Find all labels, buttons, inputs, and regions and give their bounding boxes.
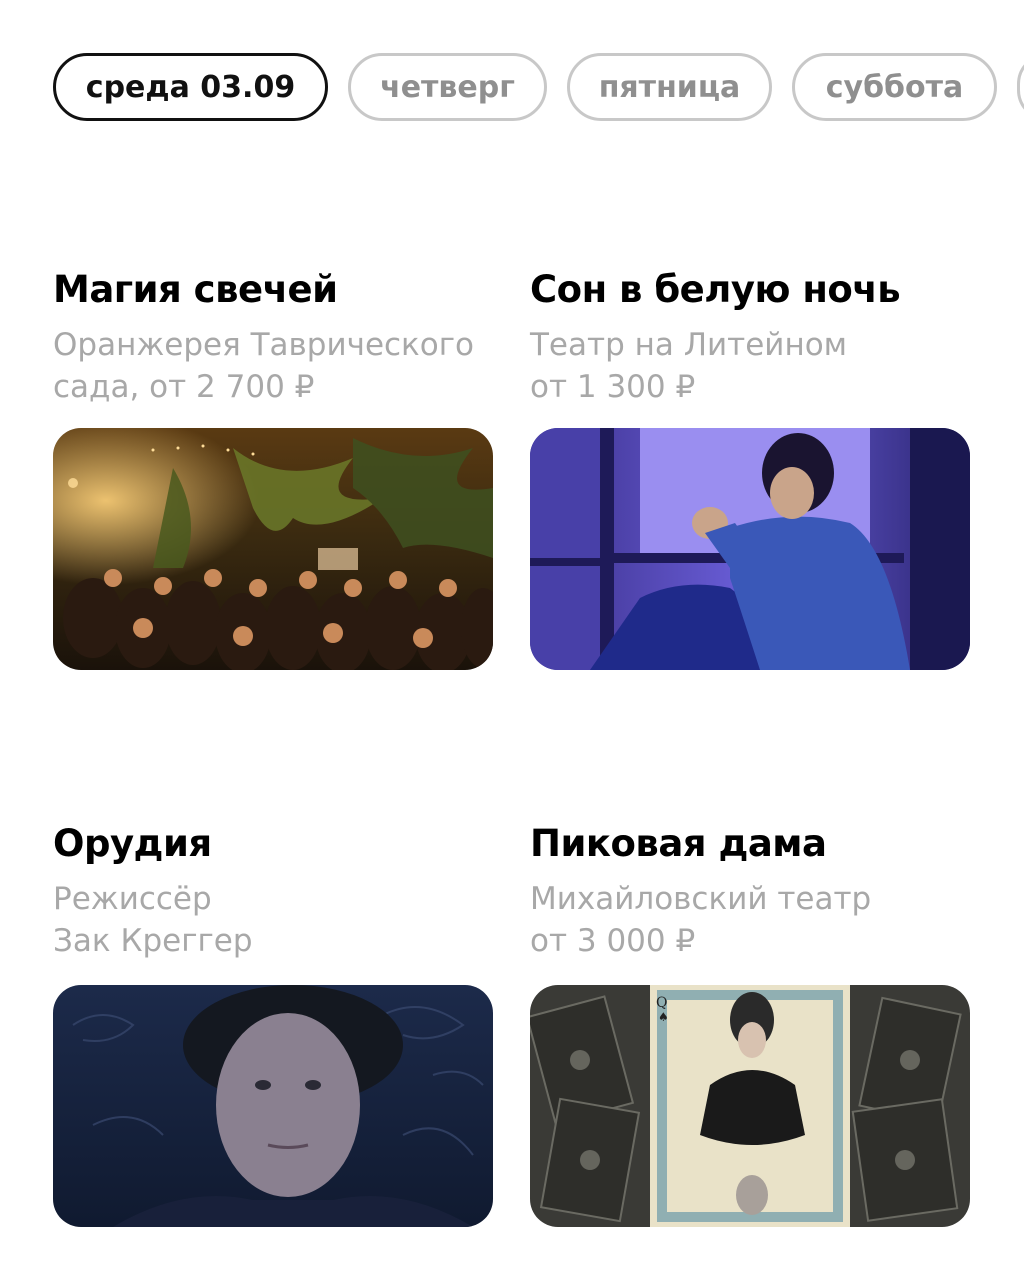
event-subtitle-line: от 1 300 ₽ [530, 369, 696, 405]
event-subtitle-line: от 3 000 ₽ [530, 923, 696, 959]
day-tab-friday[interactable]: пятница [567, 53, 772, 121]
event-subtitle-line: Зак Креггер [53, 923, 253, 959]
event-subtitle-line: сада, от 2 700 ₽ [53, 369, 315, 405]
event-subtitle-line: Режиссёр [53, 881, 212, 917]
event-subtitle: Михайловский театр от 3 000 ₽ [530, 878, 871, 962]
event-title[interactable]: Сон в белую ночь [530, 268, 901, 311]
event-subtitle: Театр на Литейном от 1 300 ₽ [530, 324, 847, 408]
day-tabs: среда 03.09 четверг пятница суббота [53, 53, 1024, 121]
event-image-greenhouse-crowd [53, 428, 493, 670]
event-image-woman-lying [53, 985, 493, 1227]
event-subtitle-line: Театр на Литейном [530, 327, 848, 363]
event-image-queen-of-spades-card: Q ♠ [530, 985, 970, 1227]
day-tab-saturday[interactable]: суббота [792, 53, 997, 121]
event-subtitle-line: Михайловский театр [530, 881, 872, 917]
event-image[interactable] [530, 428, 970, 670]
event-image[interactable] [53, 428, 493, 670]
event-subtitle: Режиссёр Зак Креггер [53, 878, 253, 962]
event-image-man-at-window [530, 428, 970, 670]
event-title[interactable]: Орудия [53, 822, 212, 865]
day-tab-next-partial[interactable] [1017, 53, 1024, 121]
event-subtitle-line: Оранжерея Таврического [53, 327, 474, 363]
event-image[interactable]: Q ♠ [530, 985, 970, 1227]
svg-text:♠: ♠ [658, 1010, 669, 1024]
event-image[interactable] [53, 985, 493, 1227]
event-title[interactable]: Магия свечей [53, 268, 338, 311]
day-tab-wednesday[interactable]: среда 03.09 [53, 53, 328, 121]
event-subtitle: Оранжерея Таврического сада, от 2 700 ₽ [53, 324, 474, 408]
day-tab-thursday[interactable]: четверг [348, 53, 547, 121]
event-title[interactable]: Пиковая дама [530, 822, 827, 865]
svg-text:Q: Q [656, 995, 667, 1011]
